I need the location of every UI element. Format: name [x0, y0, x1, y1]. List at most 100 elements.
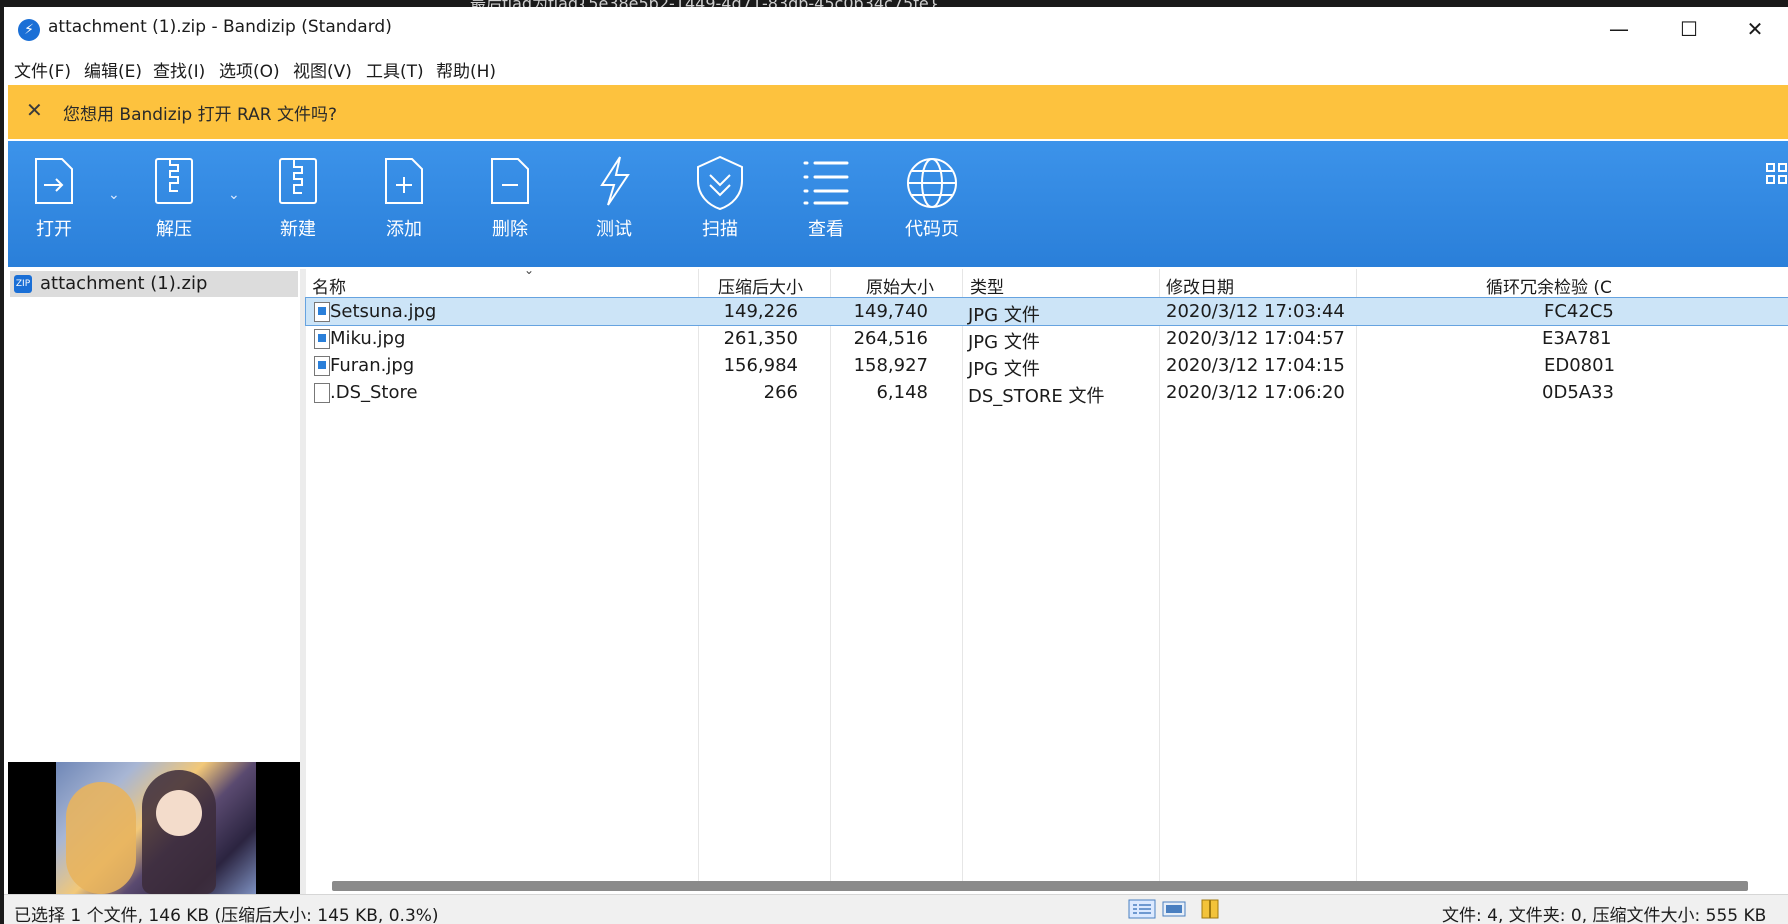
- file-row-setsuna[interactable]: Setsuna.jpg 149,226 149,740 JPG 文件 2020/…: [305, 297, 1788, 326]
- status-selection-info: 已选择 1 个文件, 146 KB (压缩后大小: 145 KB, 0.3%): [14, 906, 439, 924]
- horizontal-scrollbar[interactable]: [332, 881, 1748, 891]
- scan-button[interactable]: 扫描: [672, 155, 768, 261]
- file-name: .DS_Store: [330, 382, 418, 403]
- layout-grid-icon[interactable]: [1766, 163, 1788, 185]
- file-type: JPG 文件: [968, 332, 1040, 353]
- delete-file-icon: [491, 158, 529, 204]
- open-dropdown-chevron-icon[interactable]: ⌄: [108, 187, 120, 203]
- test-button[interactable]: 测试: [566, 155, 662, 261]
- file-type: JPG 文件: [968, 359, 1040, 380]
- column-header-type[interactable]: 类型: [970, 273, 1004, 298]
- new-archive-button[interactable]: 新建: [250, 155, 346, 261]
- maximize-button[interactable]: ☐: [1654, 7, 1724, 51]
- view-button[interactable]: 查看: [778, 155, 874, 261]
- file-crc: FC42C5: [1544, 301, 1614, 322]
- file-compressed-size: 156,984: [723, 355, 798, 376]
- extract-dropdown-chevron-icon[interactable]: ⌄: [228, 187, 240, 203]
- sort-chevron-down-icon: ⌄: [524, 263, 535, 277]
- image-preview: [8, 762, 300, 894]
- file-list-header: 名称 ⌄ 压缩后大小 原始大小 类型 修改日期 循环冗余检验 (C: [306, 263, 1788, 298]
- column-header-modified[interactable]: 修改日期: [1166, 273, 1234, 298]
- image-file-icon: [314, 302, 330, 322]
- add-file-icon: [385, 158, 423, 204]
- file-type: DS_STORE 文件: [968, 386, 1105, 407]
- file-name: Setsuna.jpg: [330, 301, 437, 322]
- column-header-crc[interactable]: 循环冗余检验 (C: [1486, 273, 1612, 298]
- test-label: 测试: [596, 219, 632, 240]
- menu-tools[interactable]: 工具(T): [366, 57, 424, 82]
- menu-find[interactable]: 查找(I): [153, 57, 205, 82]
- extract-icon: [155, 158, 193, 204]
- menu-options[interactable]: 选项(O): [219, 57, 280, 82]
- open-button[interactable]: 打开: [6, 155, 102, 261]
- file-original-size: 264,516: [853, 328, 928, 349]
- file-original-size: 158,927: [853, 355, 928, 376]
- rar-association-notice: ✕ 您想用 Bandizip 打开 RAR 文件吗?: [8, 85, 1788, 139]
- file-list-pane: 名称 ⌄ 压缩后大小 原始大小 类型 修改日期 循环冗余检验 (C Setsun…: [305, 263, 1788, 894]
- file-crc: 0D5A33: [1542, 382, 1614, 403]
- file-modified: 2020/3/12 17:04:57: [1166, 328, 1345, 349]
- file-name: Miku.jpg: [330, 328, 406, 349]
- new-archive-icon: [279, 158, 317, 204]
- codepage-label: 代码页: [905, 219, 959, 240]
- file-original-size: 149,740: [853, 301, 928, 322]
- lightning-icon: [600, 156, 630, 206]
- globe-icon: [907, 158, 957, 208]
- new-archive-label: 新建: [280, 219, 316, 240]
- column-header-name[interactable]: 名称: [312, 273, 346, 298]
- menu-bar: 文件(F) 编辑(E) 查找(I) 选项(O) 视图(V) 工具(T) 帮助(H…: [4, 51, 1788, 83]
- thumbnail-view-icon[interactable]: [1160, 899, 1188, 919]
- file-row-miku[interactable]: Miku.jpg 261,350 264,516 JPG 文件 2020/3/1…: [306, 325, 1788, 353]
- menu-view[interactable]: 视图(V): [293, 57, 352, 82]
- file-compressed-size: 261,350: [723, 328, 798, 349]
- file-modified: 2020/3/12 17:03:44: [1166, 301, 1345, 322]
- menu-help[interactable]: 帮助(H): [436, 57, 496, 82]
- status-archive-summary: 文件: 4, 文件夹: 0, 压缩文件大小: 555 KB: [1442, 906, 1767, 924]
- file-row-ds-store[interactable]: .DS_Store 266 6,148 DS_STORE 文件 2020/3/1…: [306, 379, 1788, 407]
- extract-button[interactable]: 解压: [126, 155, 222, 261]
- file-name: Furan.jpg: [330, 355, 415, 376]
- file-crc: ED0801: [1544, 355, 1616, 376]
- image-file-icon: [314, 356, 330, 376]
- file-original-size: 6,148: [876, 382, 928, 403]
- list-icon: [803, 161, 849, 205]
- delete-button[interactable]: 删除: [462, 155, 558, 261]
- add-files-label: 添加: [386, 219, 422, 240]
- file-compressed-size: 149,226: [723, 301, 798, 322]
- tree-item-archive[interactable]: ZIP attachment (1).zip: [10, 271, 298, 297]
- archive-info-icon[interactable]: [1196, 899, 1224, 919]
- image-file-icon: [314, 329, 330, 349]
- toolbar: 打开 ⌄ 解压 ⌄ 新建 添加 删除 测试 扫描 查看 代码页: [8, 141, 1788, 267]
- file-crc: E3A781: [1542, 328, 1612, 349]
- preview-image: [56, 762, 256, 894]
- codepage-button[interactable]: 代码页: [884, 155, 980, 261]
- background-window-strip: 最后flag为flag{5e38e5b2-1449-4d71-83db-45c0…: [0, 0, 1788, 13]
- notice-text[interactable]: 您想用 Bandizip 打开 RAR 文件吗?: [63, 100, 337, 125]
- menu-edit[interactable]: 编辑(E): [84, 57, 142, 82]
- bandizip-window: ⚡ attachment (1).zip - Bandizip (Standar…: [4, 7, 1788, 924]
- bandizip-app-icon: ⚡: [18, 19, 40, 41]
- minimize-button[interactable]: —: [1584, 7, 1654, 51]
- add-files-button[interactable]: 添加: [356, 155, 452, 261]
- open-label: 打开: [36, 219, 72, 240]
- close-button[interactable]: ✕: [1720, 7, 1788, 51]
- extract-label: 解压: [156, 219, 192, 240]
- notice-close-icon[interactable]: ✕: [26, 98, 43, 122]
- file-compressed-size: 266: [763, 382, 798, 403]
- scan-label: 扫描: [702, 219, 738, 240]
- status-bar: 已选择 1 个文件, 146 KB (压缩后大小: 145 KB, 0.3%) …: [4, 894, 1788, 924]
- file-type: JPG 文件: [968, 305, 1040, 326]
- title-bar[interactable]: ⚡ attachment (1).zip - Bandizip (Standar…: [4, 7, 1788, 51]
- column-header-compressed[interactable]: 压缩后大小: [718, 273, 803, 298]
- column-header-original[interactable]: 原始大小: [866, 273, 934, 298]
- zip-archive-icon: ZIP: [14, 275, 32, 293]
- file-row-furan[interactable]: Furan.jpg 156,984 158,927 JPG 文件 2020/3/…: [306, 352, 1788, 380]
- generic-file-icon: [314, 383, 330, 403]
- view-label: 查看: [808, 219, 844, 240]
- details-view-icon[interactable]: [1128, 899, 1156, 919]
- file-modified: 2020/3/12 17:04:15: [1166, 355, 1345, 376]
- menu-file[interactable]: 文件(F): [14, 57, 71, 82]
- tree-item-label: attachment (1).zip: [40, 273, 208, 294]
- open-icon: [35, 158, 73, 204]
- delete-label: 删除: [492, 219, 528, 240]
